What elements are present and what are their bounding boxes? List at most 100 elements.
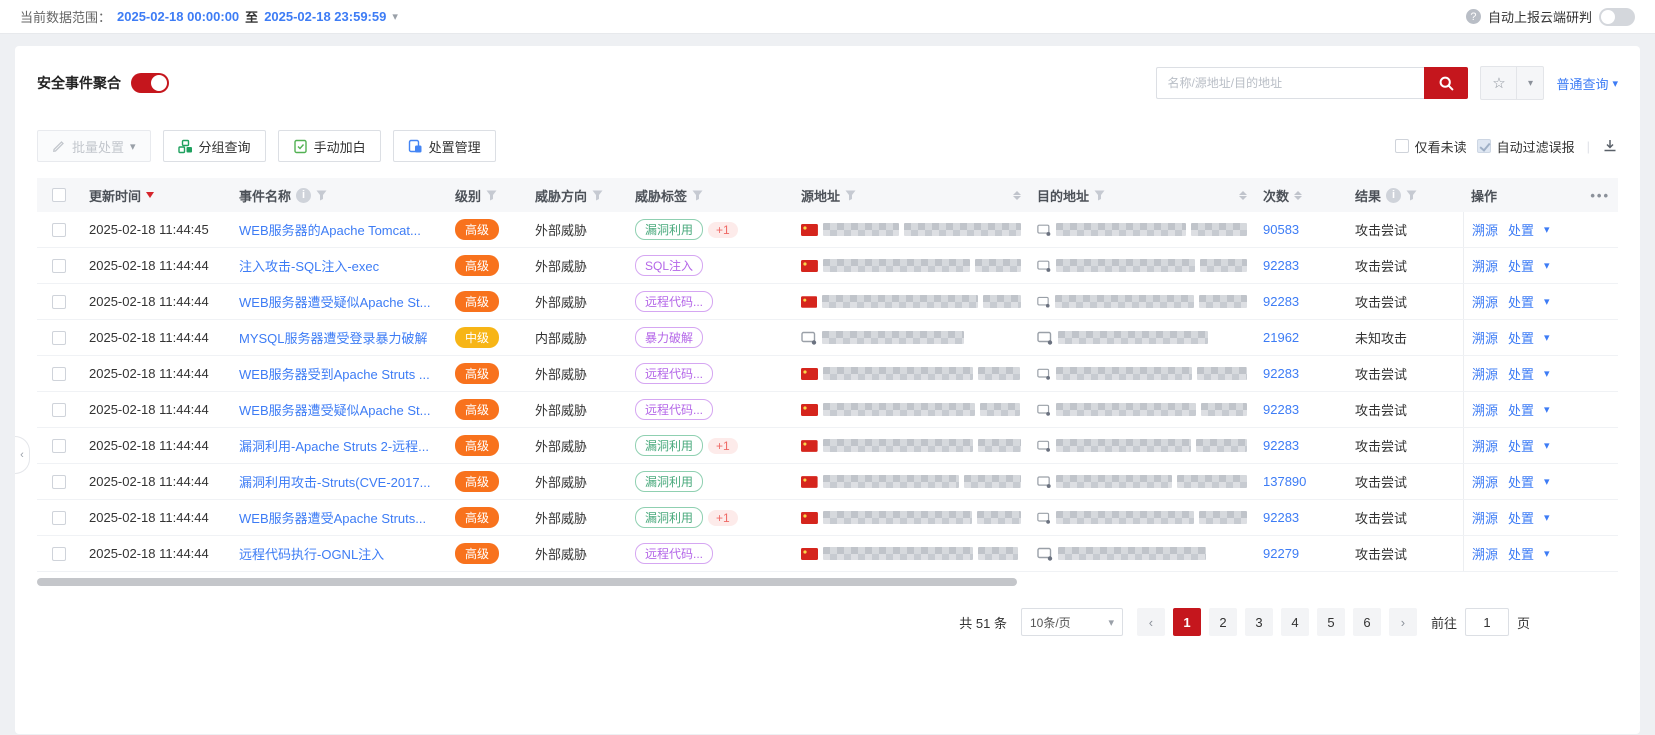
- event-name-link[interactable]: MYSQL服务器遭受登录暴力破解: [239, 328, 428, 347]
- count-link[interactable]: 92283: [1263, 258, 1299, 273]
- favorite-star-button[interactable]: ☆: [1481, 67, 1517, 99]
- sort-desc-icon[interactable]: [146, 192, 154, 198]
- count-link[interactable]: 21962: [1263, 330, 1299, 345]
- event-name-link[interactable]: WEB服务器受到Apache Struts ...: [239, 364, 430, 383]
- prev-page-button[interactable]: ‹: [1137, 608, 1165, 636]
- chevron-down-icon[interactable]: ▾: [1544, 367, 1550, 380]
- filter-icon[interactable]: [592, 190, 603, 201]
- filter-icon[interactable]: [316, 190, 327, 201]
- favorite-dropdown-button[interactable]: ▾: [1517, 67, 1543, 99]
- sort-icon[interactable]: [1294, 191, 1302, 200]
- filter-icon[interactable]: [1094, 190, 1105, 201]
- dispose-link[interactable]: 处置: [1508, 436, 1534, 455]
- count-link[interactable]: 92279: [1263, 546, 1299, 561]
- dispose-link[interactable]: 处置: [1508, 328, 1534, 347]
- row-checkbox[interactable]: [52, 367, 66, 381]
- event-name-link[interactable]: 远程代码执行-OGNL注入: [239, 544, 384, 563]
- page-button-3[interactable]: 3: [1245, 608, 1273, 636]
- row-checkbox[interactable]: [52, 475, 66, 489]
- trace-link[interactable]: 溯源: [1472, 256, 1498, 275]
- trace-link[interactable]: 溯源: [1472, 292, 1498, 311]
- event-name-link[interactable]: WEB服务器遭受Apache Struts...: [239, 508, 426, 527]
- sort-icon[interactable]: [1013, 191, 1021, 200]
- row-checkbox[interactable]: [52, 511, 66, 525]
- chevron-down-icon[interactable]: ▾: [1544, 295, 1550, 308]
- page-button-2[interactable]: 2: [1209, 608, 1237, 636]
- date-to[interactable]: 2025-02-18 23:59:59: [264, 9, 386, 24]
- count-link[interactable]: 92283: [1263, 294, 1299, 309]
- row-checkbox[interactable]: [52, 439, 66, 453]
- filter-icon[interactable]: [692, 190, 703, 201]
- scrollbar-thumb[interactable]: [37, 578, 1017, 586]
- extra-tags-badge[interactable]: +1: [708, 510, 738, 526]
- page-size-select[interactable]: 10条/页 ▾: [1021, 608, 1123, 636]
- row-checkbox[interactable]: [52, 403, 66, 417]
- sidebar-collapse-handle[interactable]: ‹: [15, 436, 30, 474]
- trace-link[interactable]: 溯源: [1472, 436, 1498, 455]
- chevron-down-icon[interactable]: ▾: [1544, 475, 1550, 488]
- column-settings-icon[interactable]: •••: [1590, 188, 1610, 203]
- dispose-link[interactable]: 处置: [1508, 220, 1534, 239]
- event-name-link[interactable]: 漏洞利用-Apache Struts 2-远程...: [239, 436, 429, 455]
- trace-link[interactable]: 溯源: [1472, 400, 1498, 419]
- filter-icon[interactable]: [1406, 190, 1417, 201]
- extra-tags-badge[interactable]: +1: [708, 222, 738, 238]
- count-link[interactable]: 137890: [1263, 474, 1306, 489]
- date-range-chevron-icon[interactable]: ▾: [392, 10, 398, 23]
- page-button-5[interactable]: 5: [1317, 608, 1345, 636]
- unread-only-checkbox[interactable]: 仅看未读: [1395, 137, 1467, 156]
- trace-link[interactable]: 溯源: [1472, 544, 1498, 563]
- row-checkbox[interactable]: [52, 295, 66, 309]
- trace-link[interactable]: 溯源: [1472, 472, 1498, 491]
- event-name-link[interactable]: WEB服务器的Apache Tomcat...: [239, 220, 421, 239]
- trace-link[interactable]: 溯源: [1472, 328, 1498, 347]
- horizontal-scrollbar[interactable]: [37, 578, 1618, 586]
- dispose-link[interactable]: 处置: [1508, 472, 1534, 491]
- dispose-manage-button[interactable]: 处置管理: [393, 130, 496, 162]
- next-page-button[interactable]: ›: [1389, 608, 1417, 636]
- chevron-down-icon[interactable]: ▾: [1544, 439, 1550, 452]
- goto-page-input[interactable]: [1465, 608, 1509, 636]
- dispose-link[interactable]: 处置: [1508, 400, 1534, 419]
- chevron-down-icon[interactable]: ▾: [1544, 259, 1550, 272]
- batch-dispose-button[interactable]: 批量处置 ▾: [37, 130, 151, 162]
- row-checkbox[interactable]: [52, 331, 66, 345]
- page-button-1[interactable]: 1: [1173, 608, 1201, 636]
- dispose-link[interactable]: 处置: [1508, 364, 1534, 383]
- info-icon[interactable]: i: [1386, 188, 1401, 203]
- event-name-link[interactable]: 注入攻击-SQL注入-exec: [239, 256, 379, 275]
- query-mode-switch[interactable]: 普通查询 ▾: [1556, 74, 1618, 93]
- search-input[interactable]: [1156, 67, 1424, 99]
- info-icon[interactable]: i: [296, 188, 311, 203]
- manual-whitelist-button[interactable]: 手动加白: [278, 130, 381, 162]
- trace-link[interactable]: 溯源: [1472, 220, 1498, 239]
- extra-tags-badge[interactable]: +1: [708, 438, 738, 454]
- auto-report-toggle[interactable]: [1599, 8, 1635, 26]
- date-from[interactable]: 2025-02-18 00:00:00: [117, 9, 239, 24]
- row-checkbox[interactable]: [52, 223, 66, 237]
- chevron-down-icon[interactable]: ▾: [1544, 223, 1550, 236]
- search-button[interactable]: [1424, 67, 1468, 99]
- event-name-link[interactable]: 漏洞利用攻击-Struts(CVE-2017...: [239, 472, 430, 491]
- page-button-4[interactable]: 4: [1281, 608, 1309, 636]
- group-query-button[interactable]: 分组查询: [163, 130, 266, 162]
- aggregation-toggle[interactable]: [131, 73, 169, 93]
- select-all-checkbox[interactable]: [52, 188, 66, 202]
- chevron-down-icon[interactable]: ▾: [1544, 547, 1550, 560]
- chevron-down-icon[interactable]: ▾: [1544, 331, 1550, 344]
- count-link[interactable]: 92283: [1263, 438, 1299, 453]
- count-link[interactable]: 92283: [1263, 366, 1299, 381]
- dispose-link[interactable]: 处置: [1508, 256, 1534, 275]
- dispose-link[interactable]: 处置: [1508, 508, 1534, 527]
- help-icon[interactable]: ?: [1466, 9, 1481, 24]
- sort-icon[interactable]: [1239, 191, 1247, 200]
- chevron-down-icon[interactable]: ▾: [1544, 511, 1550, 524]
- event-name-link[interactable]: WEB服务器遭受疑似Apache St...: [239, 292, 430, 311]
- trace-link[interactable]: 溯源: [1472, 508, 1498, 527]
- filter-icon[interactable]: [486, 190, 497, 201]
- row-checkbox[interactable]: [52, 259, 66, 273]
- download-icon[interactable]: [1602, 138, 1618, 154]
- count-link[interactable]: 92283: [1263, 510, 1299, 525]
- auto-filter-checkbox[interactable]: 自动过滤误报: [1477, 137, 1575, 156]
- dispose-link[interactable]: 处置: [1508, 292, 1534, 311]
